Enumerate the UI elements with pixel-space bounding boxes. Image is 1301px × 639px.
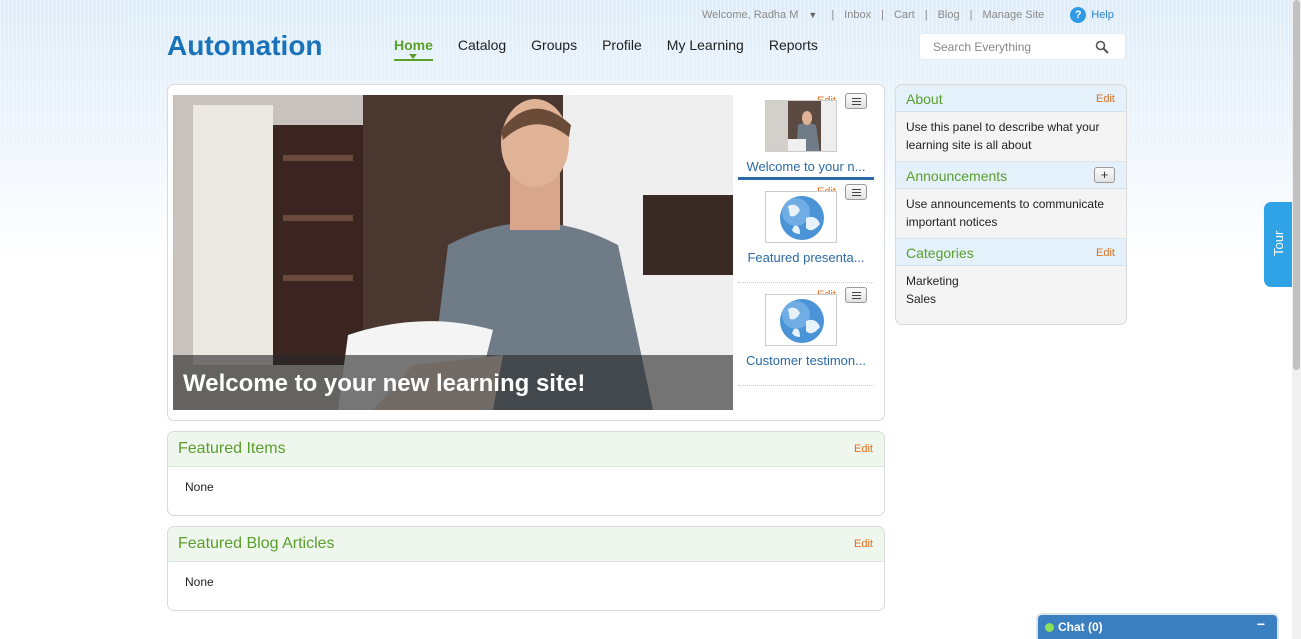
- carousel-thumb[interactable]: Edit Welcome to your n...: [738, 89, 874, 180]
- section-title: Announcements: [906, 168, 1008, 184]
- manage-site-link[interactable]: Manage Site: [982, 9, 1044, 21]
- edit-link[interactable]: Edit: [1096, 247, 1115, 259]
- utility-bar: Welcome, Radha M ▼ | Inbox | Cart | Blog…: [702, 7, 1114, 23]
- section-title: Categories: [906, 245, 974, 261]
- globe-icon: [765, 191, 837, 243]
- chat-label: Chat (0): [1058, 620, 1103, 634]
- thumb-photo: [765, 100, 837, 152]
- featured-items-panel: Featured Items Edit None: [167, 431, 885, 516]
- blog-link[interactable]: Blog: [938, 9, 960, 21]
- section-title: About: [906, 91, 943, 107]
- thumb-title[interactable]: Customer testimon...: [738, 353, 874, 368]
- page-scrollbar[interactable]: [1292, 0, 1301, 639]
- right-sidebar: About Edit Use this panel to describe wh…: [895, 84, 1127, 325]
- nav-reports[interactable]: Reports: [769, 37, 818, 61]
- cart-link[interactable]: Cart: [894, 9, 915, 21]
- add-announcement-button[interactable]: +: [1094, 167, 1115, 183]
- edit-link[interactable]: Edit: [854, 443, 873, 455]
- tour-tab[interactable]: Tour: [1264, 202, 1294, 287]
- help-icon: ?: [1070, 7, 1087, 23]
- announcements-header: Announcements +: [896, 162, 1126, 189]
- nav-groups[interactable]: Groups: [531, 37, 577, 61]
- hero-image[interactable]: Welcome to your new learning site!: [173, 95, 733, 410]
- nav-profile[interactable]: Profile: [602, 37, 642, 61]
- panel-body: None: [185, 480, 214, 494]
- carousel-thumbnails: Edit Welcome to your n... Edit: [738, 89, 874, 386]
- search-box: [919, 33, 1126, 60]
- nav-home[interactable]: Home: [394, 37, 433, 61]
- featured-blog-panel: Featured Blog Articles Edit None: [167, 526, 885, 611]
- carousel-thumb[interactable]: Edit Customer testimon...: [738, 283, 874, 386]
- online-status-icon: [1045, 623, 1054, 632]
- categories-list: Marketing Sales: [896, 266, 1126, 315]
- scrollbar-thumb[interactable]: [1293, 0, 1300, 370]
- category-item[interactable]: Marketing: [906, 272, 1116, 290]
- search-input[interactable]: [933, 39, 1093, 54]
- globe-icon: [765, 294, 837, 346]
- main-nav: Home Catalog Groups Profile My Learning …: [394, 37, 843, 61]
- user-menu-caret-icon[interactable]: ▼: [808, 10, 817, 20]
- announcements-body: Use announcements to communicate importa…: [896, 189, 1126, 239]
- site-logo[interactable]: Automation: [167, 30, 323, 62]
- thumb-title[interactable]: Featured presenta...: [738, 250, 874, 265]
- categories-header: Categories Edit: [896, 239, 1126, 266]
- edit-link[interactable]: Edit: [854, 538, 873, 550]
- hero-caption: Welcome to your new learning site!: [173, 355, 733, 410]
- nav-my-learning[interactable]: My Learning: [667, 37, 744, 61]
- featured-carousel: Welcome to your new learning site! Edit …: [167, 84, 885, 421]
- panel-title: Featured Blog Articles: [178, 535, 335, 552]
- menu-icon[interactable]: [845, 287, 867, 303]
- panel-title: Featured Items: [178, 440, 286, 457]
- thumb-title[interactable]: Welcome to your n...: [738, 159, 874, 174]
- category-item[interactable]: Sales: [906, 290, 1116, 308]
- about-body: Use this panel to describe what your lea…: [896, 112, 1126, 162]
- menu-icon[interactable]: [845, 184, 867, 200]
- help-link[interactable]: ? Help: [1070, 7, 1114, 23]
- edit-link[interactable]: Edit: [1096, 93, 1115, 105]
- search-icon[interactable]: [1095, 40, 1109, 54]
- nav-catalog[interactable]: Catalog: [458, 37, 506, 61]
- help-label: Help: [1091, 9, 1114, 21]
- menu-icon[interactable]: [845, 93, 867, 109]
- carousel-thumb[interactable]: Edit Featured presenta...: [738, 180, 874, 283]
- inbox-link[interactable]: Inbox: [844, 9, 871, 21]
- welcome-text: Welcome, Radha M: [702, 9, 799, 21]
- chat-widget[interactable]: Chat (0) −: [1036, 613, 1279, 639]
- about-header: About Edit: [896, 85, 1126, 112]
- minimize-icon[interactable]: −: [1257, 616, 1265, 632]
- panel-body: None: [185, 575, 214, 589]
- tour-label: Tour: [1271, 230, 1286, 256]
